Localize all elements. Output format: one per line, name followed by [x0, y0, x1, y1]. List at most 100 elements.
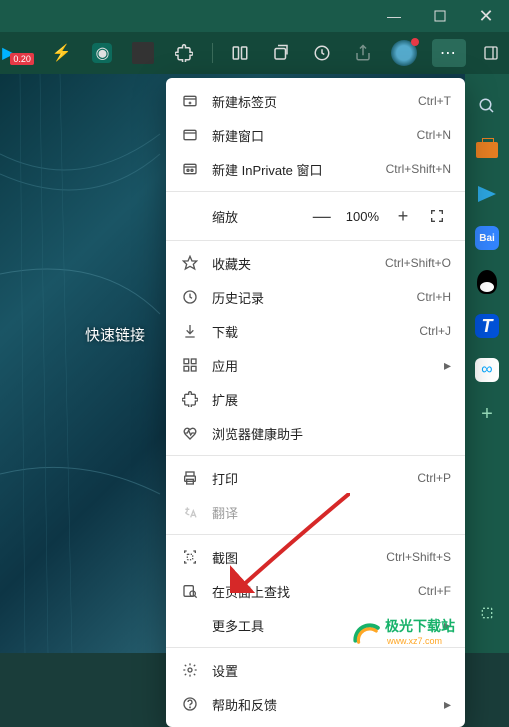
sidebar-toggle-icon[interactable] — [480, 39, 503, 67]
apps-item[interactable]: 应用 ▸ — [166, 348, 465, 382]
menu-item-label: 新建 InPrivate 窗口 — [212, 160, 386, 179]
print-item[interactable]: 打印 Ctrl+P — [166, 461, 465, 495]
new-window-item[interactable]: 新建窗口 Ctrl+N — [166, 118, 465, 152]
shortcut-label: Ctrl+P — [417, 471, 451, 485]
menu-item-label: 截图 — [212, 548, 386, 567]
chevron-right-icon: ▸ — [444, 357, 451, 374]
quick-links-label: 快速链接 — [85, 324, 145, 345]
new-tab-item[interactable]: 新建标签页 Ctrl+T — [166, 84, 465, 118]
menu-item-label: 浏览器健康助手 — [212, 424, 451, 443]
help-icon — [180, 694, 200, 714]
download-icon — [180, 321, 200, 341]
baidu-icon[interactable]: Bai — [473, 224, 501, 252]
watermark: 极光下载站 www.xz7.com — [349, 615, 455, 647]
close-button[interactable]: ✕ — [463, 0, 509, 32]
collections-icon[interactable] — [268, 39, 295, 67]
cloud-icon[interactable]: ∞ — [473, 356, 501, 384]
shortcut-label: Ctrl+H — [417, 290, 451, 304]
zoom-out-button[interactable]: — — [308, 202, 336, 230]
split-screen-icon[interactable] — [227, 39, 254, 67]
watermark-url: www.xz7.com — [387, 636, 455, 646]
menu-item-label: 应用 — [212, 356, 444, 375]
zoom-in-button[interactable]: + — [389, 202, 417, 230]
new-window-icon — [180, 125, 200, 145]
zoom-value: 100% — [346, 209, 379, 224]
find-icon — [180, 581, 200, 601]
menu-item-label: 帮助和反馈 — [212, 695, 444, 714]
fullscreen-sidebar-icon[interactable] — [473, 599, 501, 627]
help-item[interactable]: 帮助和反馈 ▸ — [166, 687, 465, 721]
apps-icon — [180, 355, 200, 375]
downloads-item[interactable]: 下载 Ctrl+J — [166, 314, 465, 348]
zoom-controls: 缩放 — 100% + — [166, 197, 465, 235]
extensions-item[interactable]: 扩展 — [166, 382, 465, 416]
star-icon — [180, 253, 200, 273]
bolt-icon[interactable]: ⚡ — [48, 39, 75, 67]
shortcut-label: Ctrl+Shift+O — [385, 256, 451, 270]
briefcase-icon[interactable] — [473, 136, 501, 164]
find-item[interactable]: 在页面上查找 Ctrl+F — [166, 574, 465, 608]
translate-item[interactable]: 翻译 — [166, 495, 465, 529]
menu-item-label: 扩展 — [212, 390, 451, 409]
heart-pulse-icon — [180, 423, 200, 443]
screenshot-icon — [180, 547, 200, 567]
watermark-text: 极光下载站 — [385, 616, 455, 636]
search-icon[interactable] — [473, 92, 501, 120]
menu-item-label: 新建窗口 — [212, 126, 417, 145]
new-tab-icon — [180, 91, 200, 111]
menu-item-label: 在页面上查找 — [212, 582, 418, 601]
inprivate-icon — [180, 159, 200, 179]
puzzle-icon — [180, 389, 200, 409]
tencent-icon[interactable]: T — [473, 312, 501, 340]
menu-item-label: 收藏夹 — [212, 254, 385, 273]
minimize-button[interactable]: — — [371, 0, 417, 32]
watermark-logo-icon — [349, 615, 381, 647]
maximize-button[interactable] — [417, 0, 463, 32]
qq-icon[interactable] — [473, 268, 501, 296]
right-sidebar: Bai T ∞ + — [465, 74, 509, 653]
zoom-label: 缩放 — [212, 207, 308, 226]
print-icon — [180, 468, 200, 488]
more-menu-button[interactable]: ⋯ — [432, 39, 466, 67]
profile-icon[interactable] — [391, 39, 418, 67]
shortcut-label: Ctrl+N — [417, 128, 451, 142]
menu-separator — [166, 455, 465, 456]
telegram-icon[interactable] — [473, 180, 501, 208]
gear-icon — [180, 660, 200, 680]
shortcut-label: Ctrl+F — [418, 584, 451, 598]
browser-toolbar: ▶0.20 ⚡ ◉ ⋯ — [0, 32, 509, 74]
shortcut-label: Ctrl+J — [419, 324, 451, 338]
play-icon[interactable]: ▶0.20 — [6, 39, 34, 67]
menu-item-label: 设置 — [212, 661, 451, 680]
history-icon — [180, 287, 200, 307]
menu-item-label: 打印 — [212, 469, 417, 488]
shortcut-label: Ctrl+Shift+S — [386, 550, 451, 564]
screenshot-item[interactable]: 截图 Ctrl+Shift+S — [166, 540, 465, 574]
menu-separator — [166, 647, 465, 648]
avatar-thumbnail[interactable] — [130, 39, 157, 67]
shortcut-label: Ctrl+Shift+N — [386, 162, 451, 176]
separator — [212, 43, 213, 63]
extensions-puzzle-icon[interactable] — [171, 39, 198, 67]
share-icon[interactable] — [350, 39, 377, 67]
add-sidebar-button[interactable]: + — [473, 400, 501, 428]
favorites-item[interactable]: 收藏夹 Ctrl+Shift+O — [166, 246, 465, 280]
history-toolbar-icon[interactable] — [309, 39, 336, 67]
window-titlebar: — ✕ — [0, 0, 509, 32]
health-item[interactable]: 浏览器健康助手 — [166, 416, 465, 450]
app-square-icon[interactable]: ◉ — [89, 39, 116, 67]
menu-item-label: 历史记录 — [212, 288, 417, 307]
settings-item[interactable]: 设置 — [166, 653, 465, 687]
new-inprivate-item[interactable]: 新建 InPrivate 窗口 Ctrl+Shift+N — [166, 152, 465, 186]
chevron-right-icon: ▸ — [444, 696, 451, 713]
menu-item-label: 翻译 — [212, 503, 451, 522]
menu-item-label: 新建标签页 — [212, 92, 418, 111]
shortcut-label: Ctrl+T — [418, 94, 451, 108]
menu-separator — [166, 534, 465, 535]
menu-separator — [166, 191, 465, 192]
menu-separator — [166, 240, 465, 241]
translate-icon — [180, 502, 200, 522]
menu-item-label: 下载 — [212, 322, 419, 341]
history-item[interactable]: 历史记录 Ctrl+H — [166, 280, 465, 314]
fullscreen-button[interactable] — [423, 202, 451, 230]
